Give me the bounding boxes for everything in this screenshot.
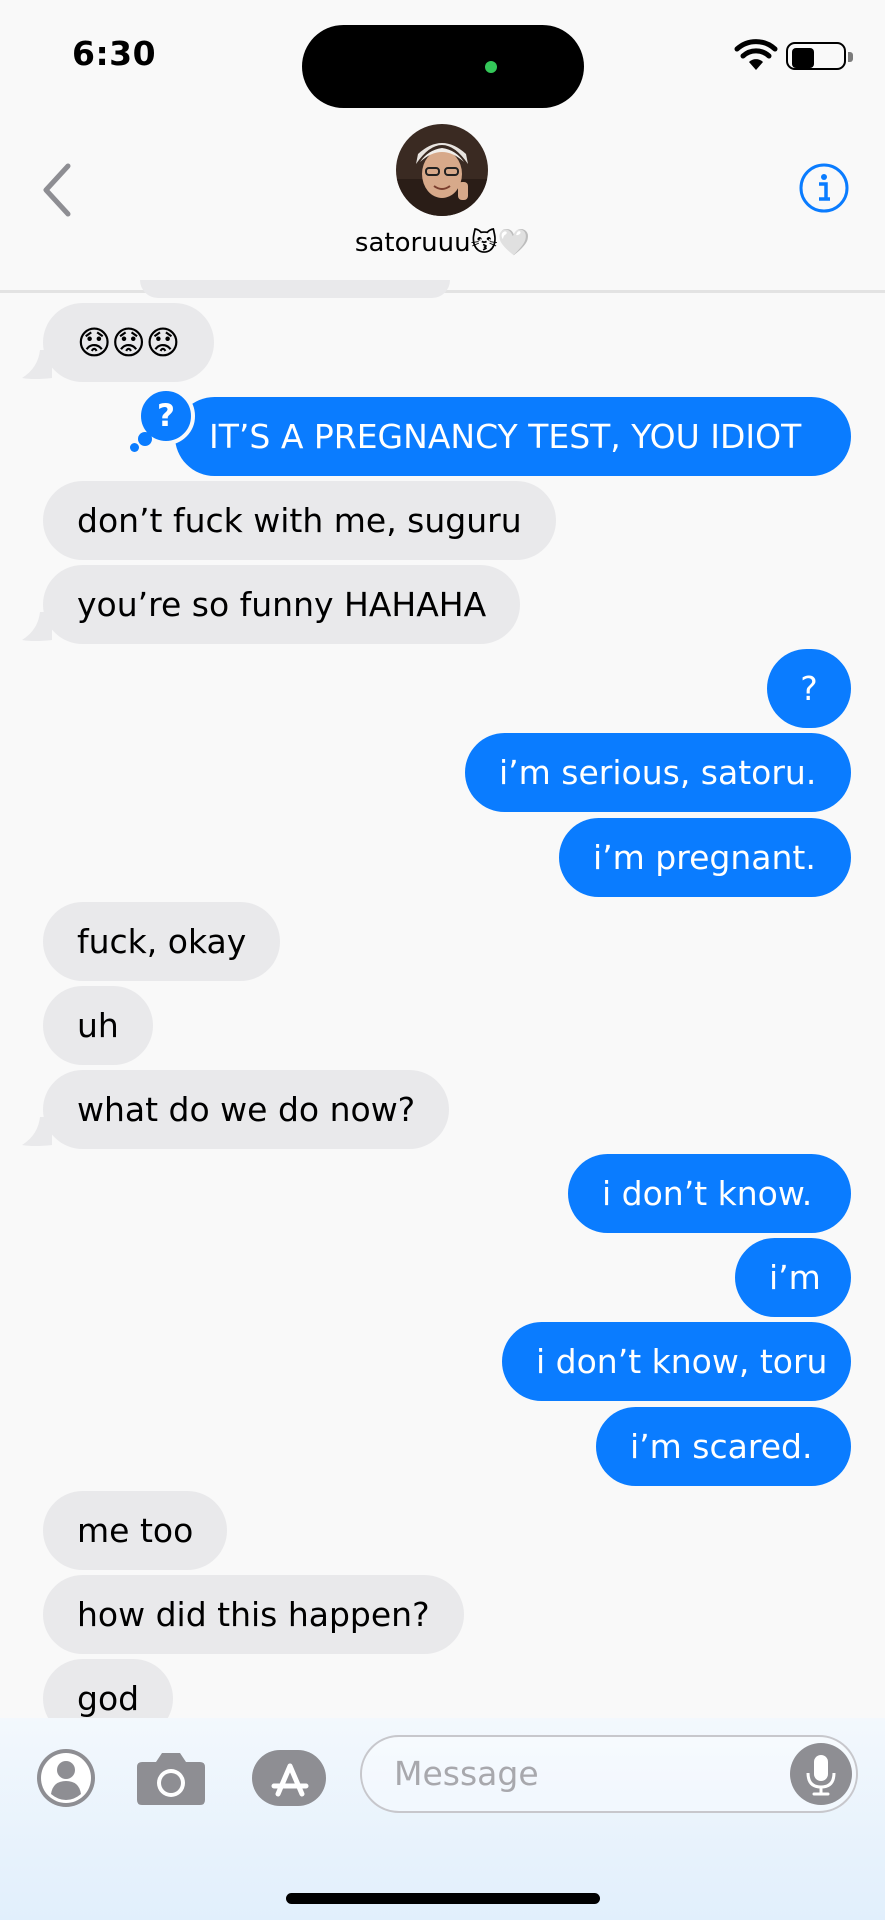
message-text: i’m scared.	[630, 1427, 813, 1466]
message-text: don’t fuck with me, suguru	[77, 501, 522, 540]
wifi-icon	[734, 39, 778, 70]
message-bubble-received[interactable]: uh	[43, 986, 153, 1065]
contacts-icon[interactable]	[36, 1748, 96, 1808]
status-bar: 6:30	[0, 0, 885, 110]
camera-indicator-dot	[485, 61, 497, 73]
reaction-dot-medium	[138, 432, 152, 446]
message-bubble-sent[interactable]: i’m	[735, 1238, 851, 1317]
message-text: i’m	[769, 1258, 821, 1297]
message-bubble-sent[interactable]: i’m pregnant.	[559, 818, 851, 897]
message-text: what do we do now?	[77, 1090, 416, 1129]
message-bubble-received[interactable]: 😟😟😟	[43, 303, 215, 382]
message-input[interactable]: Message	[360, 1735, 858, 1813]
microphone-button[interactable]	[790, 1743, 852, 1805]
message-text: i’m pregnant.	[593, 838, 816, 877]
message-bubble-sent[interactable]: i’m serious, satoru.	[465, 733, 851, 812]
contact-name[interactable]: satoruuu😽🤍	[0, 228, 885, 258]
bubble-tail	[22, 612, 52, 641]
message-text: god	[77, 1679, 140, 1718]
message-placeholder: Message	[394, 1754, 539, 1793]
message-bubble-sent[interactable]: i’m scared.	[596, 1407, 851, 1486]
bubble-tail	[22, 350, 52, 379]
message-bubble-sent[interactable]: IT’S A PREGNANCY TEST, YOU IDIOT	[175, 397, 851, 476]
message-text: 😟😟😟	[77, 323, 181, 362]
message-text: how did this happen?	[77, 1595, 430, 1634]
message-bubble-received[interactable]: fuck, okay	[43, 902, 281, 981]
message-input-bar: Message	[0, 1718, 885, 1920]
camera-icon[interactable]	[134, 1748, 208, 1808]
contact-avatar[interactable]	[396, 124, 488, 216]
message-text: uh	[77, 1006, 119, 1045]
message-text: fuck, okay	[77, 922, 247, 961]
battery-icon	[786, 42, 856, 72]
message-text: IT’S A PREGNANCY TEST, YOU IDIOT	[209, 417, 802, 456]
status-time: 6:30	[72, 34, 157, 73]
message-bubble-sent[interactable]: i don’t know, toru	[502, 1322, 851, 1401]
message-text: i don’t know.	[602, 1174, 813, 1213]
message-bubble-received[interactable]: me too	[43, 1491, 228, 1570]
message-text: you’re so funny HAHAHA	[77, 585, 487, 624]
message-text: i’m serious, satoru.	[499, 753, 817, 792]
reaction-question-mark: ?	[157, 398, 175, 434]
microphone-icon	[806, 1755, 836, 1796]
conversation-header: satoruuu😽🤍	[0, 110, 885, 293]
message-bubble-sent[interactable]: ?	[767, 649, 851, 728]
dynamic-island	[302, 25, 584, 108]
back-chevron-icon[interactable]	[38, 160, 78, 220]
app-store-icon[interactable]	[250, 1748, 330, 1808]
partial-message-bubble	[140, 280, 450, 298]
bubble-tail	[22, 1117, 52, 1146]
message-text: me too	[77, 1511, 194, 1550]
reaction-dot-small	[130, 443, 139, 452]
message-bubble-received[interactable]: what do we do now?	[43, 1070, 450, 1149]
message-text: i don’t know, toru	[536, 1342, 828, 1381]
message-bubble-sent[interactable]: i don’t know.	[568, 1154, 851, 1233]
message-text: ?	[800, 669, 818, 708]
info-icon[interactable]	[798, 162, 850, 214]
message-bubble-received[interactable]: don’t fuck with me, suguru	[43, 481, 556, 560]
message-bubble-received[interactable]: you’re so funny HAHAHA	[43, 565, 521, 644]
home-indicator[interactable]	[286, 1893, 600, 1904]
message-bubble-received[interactable]: how did this happen?	[43, 1575, 464, 1654]
